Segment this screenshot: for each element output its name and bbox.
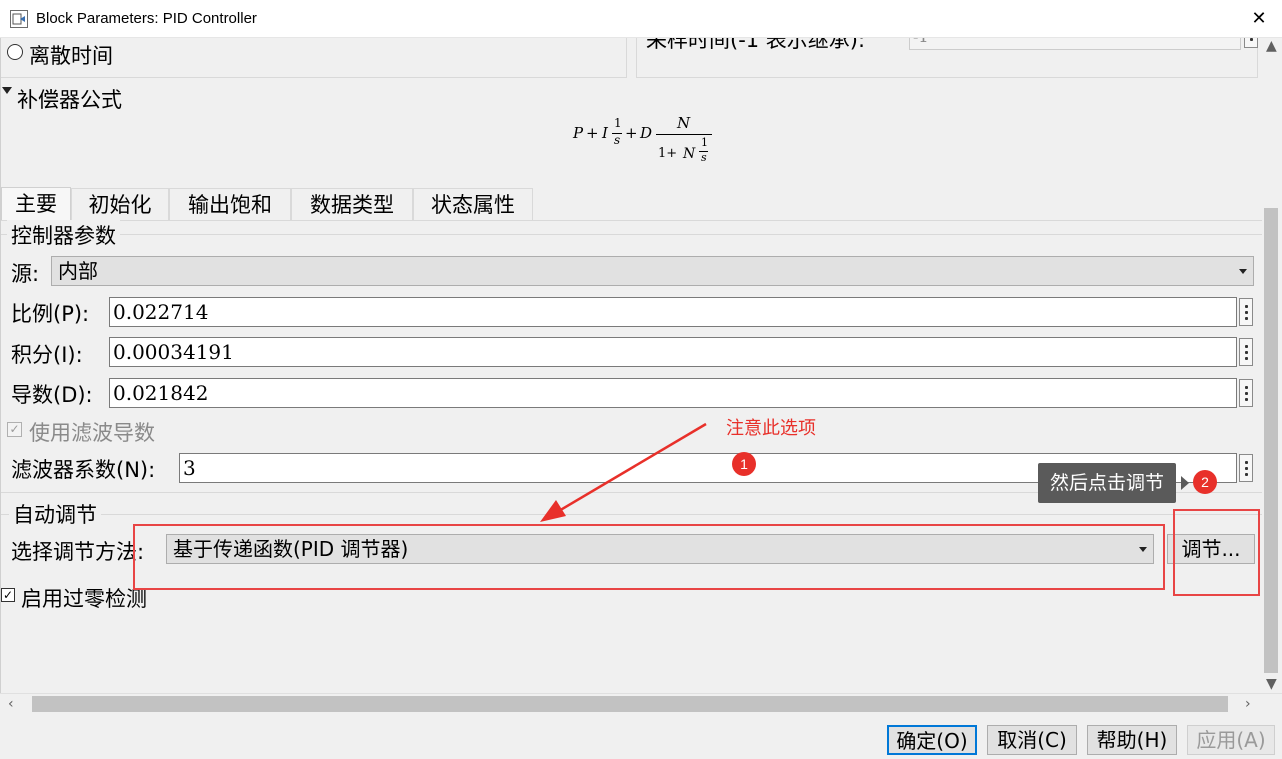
chevron-down-icon (1239, 269, 1247, 274)
fraction-bar (656, 134, 712, 135)
tab-output-saturation[interactable]: 输出饱和 (169, 188, 291, 220)
annotation-box-method (133, 524, 1165, 590)
sample-time-label: 采样时间(-1 表示继承): (646, 38, 866, 52)
tab-data-types[interactable]: 数据类型 (291, 188, 413, 220)
compensator-formula: P + I 1 s + D N 1+ N 1 s (573, 114, 723, 180)
tab-main[interactable]: 主要 (1, 187, 71, 221)
discrete-time-label: 离散时间 (29, 44, 113, 68)
zero-crossing-checkbox[interactable]: ✓ (1, 588, 15, 602)
sample-time-field[interactable]: -1 (909, 38, 1241, 50)
tab-initialization[interactable]: 初始化 (71, 188, 169, 220)
sample-time-more-button[interactable] (1244, 38, 1258, 48)
apply-button[interactable]: 应用(A) (1187, 725, 1275, 755)
i-more-button[interactable] (1239, 338, 1253, 366)
formula-d: D (640, 124, 653, 142)
horizontal-scroll-thumb[interactable] (32, 696, 1228, 712)
p-label: 比例(P): (11, 302, 90, 326)
annotation-box-tune (1173, 509, 1260, 596)
d-label: 导数(D): (11, 383, 93, 407)
n-more-button[interactable] (1239, 454, 1253, 482)
tune-method-label: 选择调节方法: (11, 540, 145, 564)
tooltip-arrow (1181, 476, 1189, 490)
formula-n-num: N (677, 114, 691, 132)
formula-frac1-den: s (614, 133, 621, 147)
tab-state-attributes[interactable]: 状态属性 (413, 188, 533, 220)
annotation-note-1: 注意此选项 (726, 418, 816, 439)
collapse-triangle-icon[interactable] (2, 87, 12, 94)
formula-n-den-a: 1+ (658, 146, 678, 161)
annotation-arrow (540, 422, 707, 522)
d-field[interactable]: 0.021842 (109, 378, 1237, 408)
p-more-button[interactable] (1239, 298, 1253, 326)
p-field[interactable]: 0.022714 (109, 297, 1237, 327)
annotation-badge-2: 2 (1193, 470, 1217, 494)
controller-params-group-label: 控制器参数 (7, 220, 120, 250)
formula-n-den-frac-den: s (701, 151, 707, 164)
cancel-button[interactable]: 取消(C) (987, 725, 1077, 755)
simulink-block-icon (10, 10, 28, 28)
vertical-scroll-thumb[interactable] (1264, 208, 1278, 673)
formula-p: P (573, 124, 584, 142)
source-dropdown[interactable]: 内部 (51, 256, 1254, 286)
formula-plus: + (586, 124, 599, 142)
annotation-tooltip: 然后点击调节 (1038, 463, 1177, 503)
group-divider (1, 234, 1262, 235)
zero-crossing-label: 启用过零检测 (21, 587, 147, 611)
d-more-button[interactable] (1239, 379, 1253, 407)
dialog-content: 离散时间 采样时间(-1 表示继承): -1 补偿器公式 P + I 1 s +… (0, 38, 1262, 693)
help-button[interactable]: 帮助(H) (1087, 725, 1177, 755)
annotation-badge-1: 1 (732, 452, 756, 476)
source-label: 源: (11, 262, 40, 286)
i-label: 积分(I): (11, 343, 83, 367)
formula-plus: + (625, 124, 638, 142)
tab-divider (1, 220, 1262, 221)
formula-n-den-b: N (683, 146, 696, 162)
n-label: 滤波器系数(N): (11, 458, 156, 482)
formula-i: I (602, 124, 608, 142)
compensator-section-label: 补偿器公式 (17, 88, 122, 112)
close-button[interactable]: ✕ (1244, 5, 1274, 33)
formula-n-den-frac-num: 1 (701, 136, 708, 149)
discrete-time-radio[interactable] (7, 44, 23, 60)
i-field[interactable]: 0.00034191 (109, 337, 1237, 367)
source-value: 内部 (58, 259, 98, 283)
filter-derivative-checkbox[interactable]: ✓ (7, 422, 22, 437)
scroll-up-icon[interactable]: ▲ (1266, 38, 1277, 54)
formula-frac1-num: 1 (614, 116, 622, 130)
auto-tune-group-label: 自动调节 (9, 499, 101, 529)
filter-derivative-label: 使用滤波导数 (29, 421, 155, 445)
window-title: Block Parameters: PID Controller (36, 10, 257, 27)
scroll-down-icon[interactable]: ▼ (1266, 676, 1277, 692)
ok-button[interactable]: 确定(O) (887, 725, 977, 755)
scroll-left-icon[interactable]: ‹ (8, 696, 14, 712)
scroll-right-icon[interactable]: › (1245, 696, 1251, 712)
